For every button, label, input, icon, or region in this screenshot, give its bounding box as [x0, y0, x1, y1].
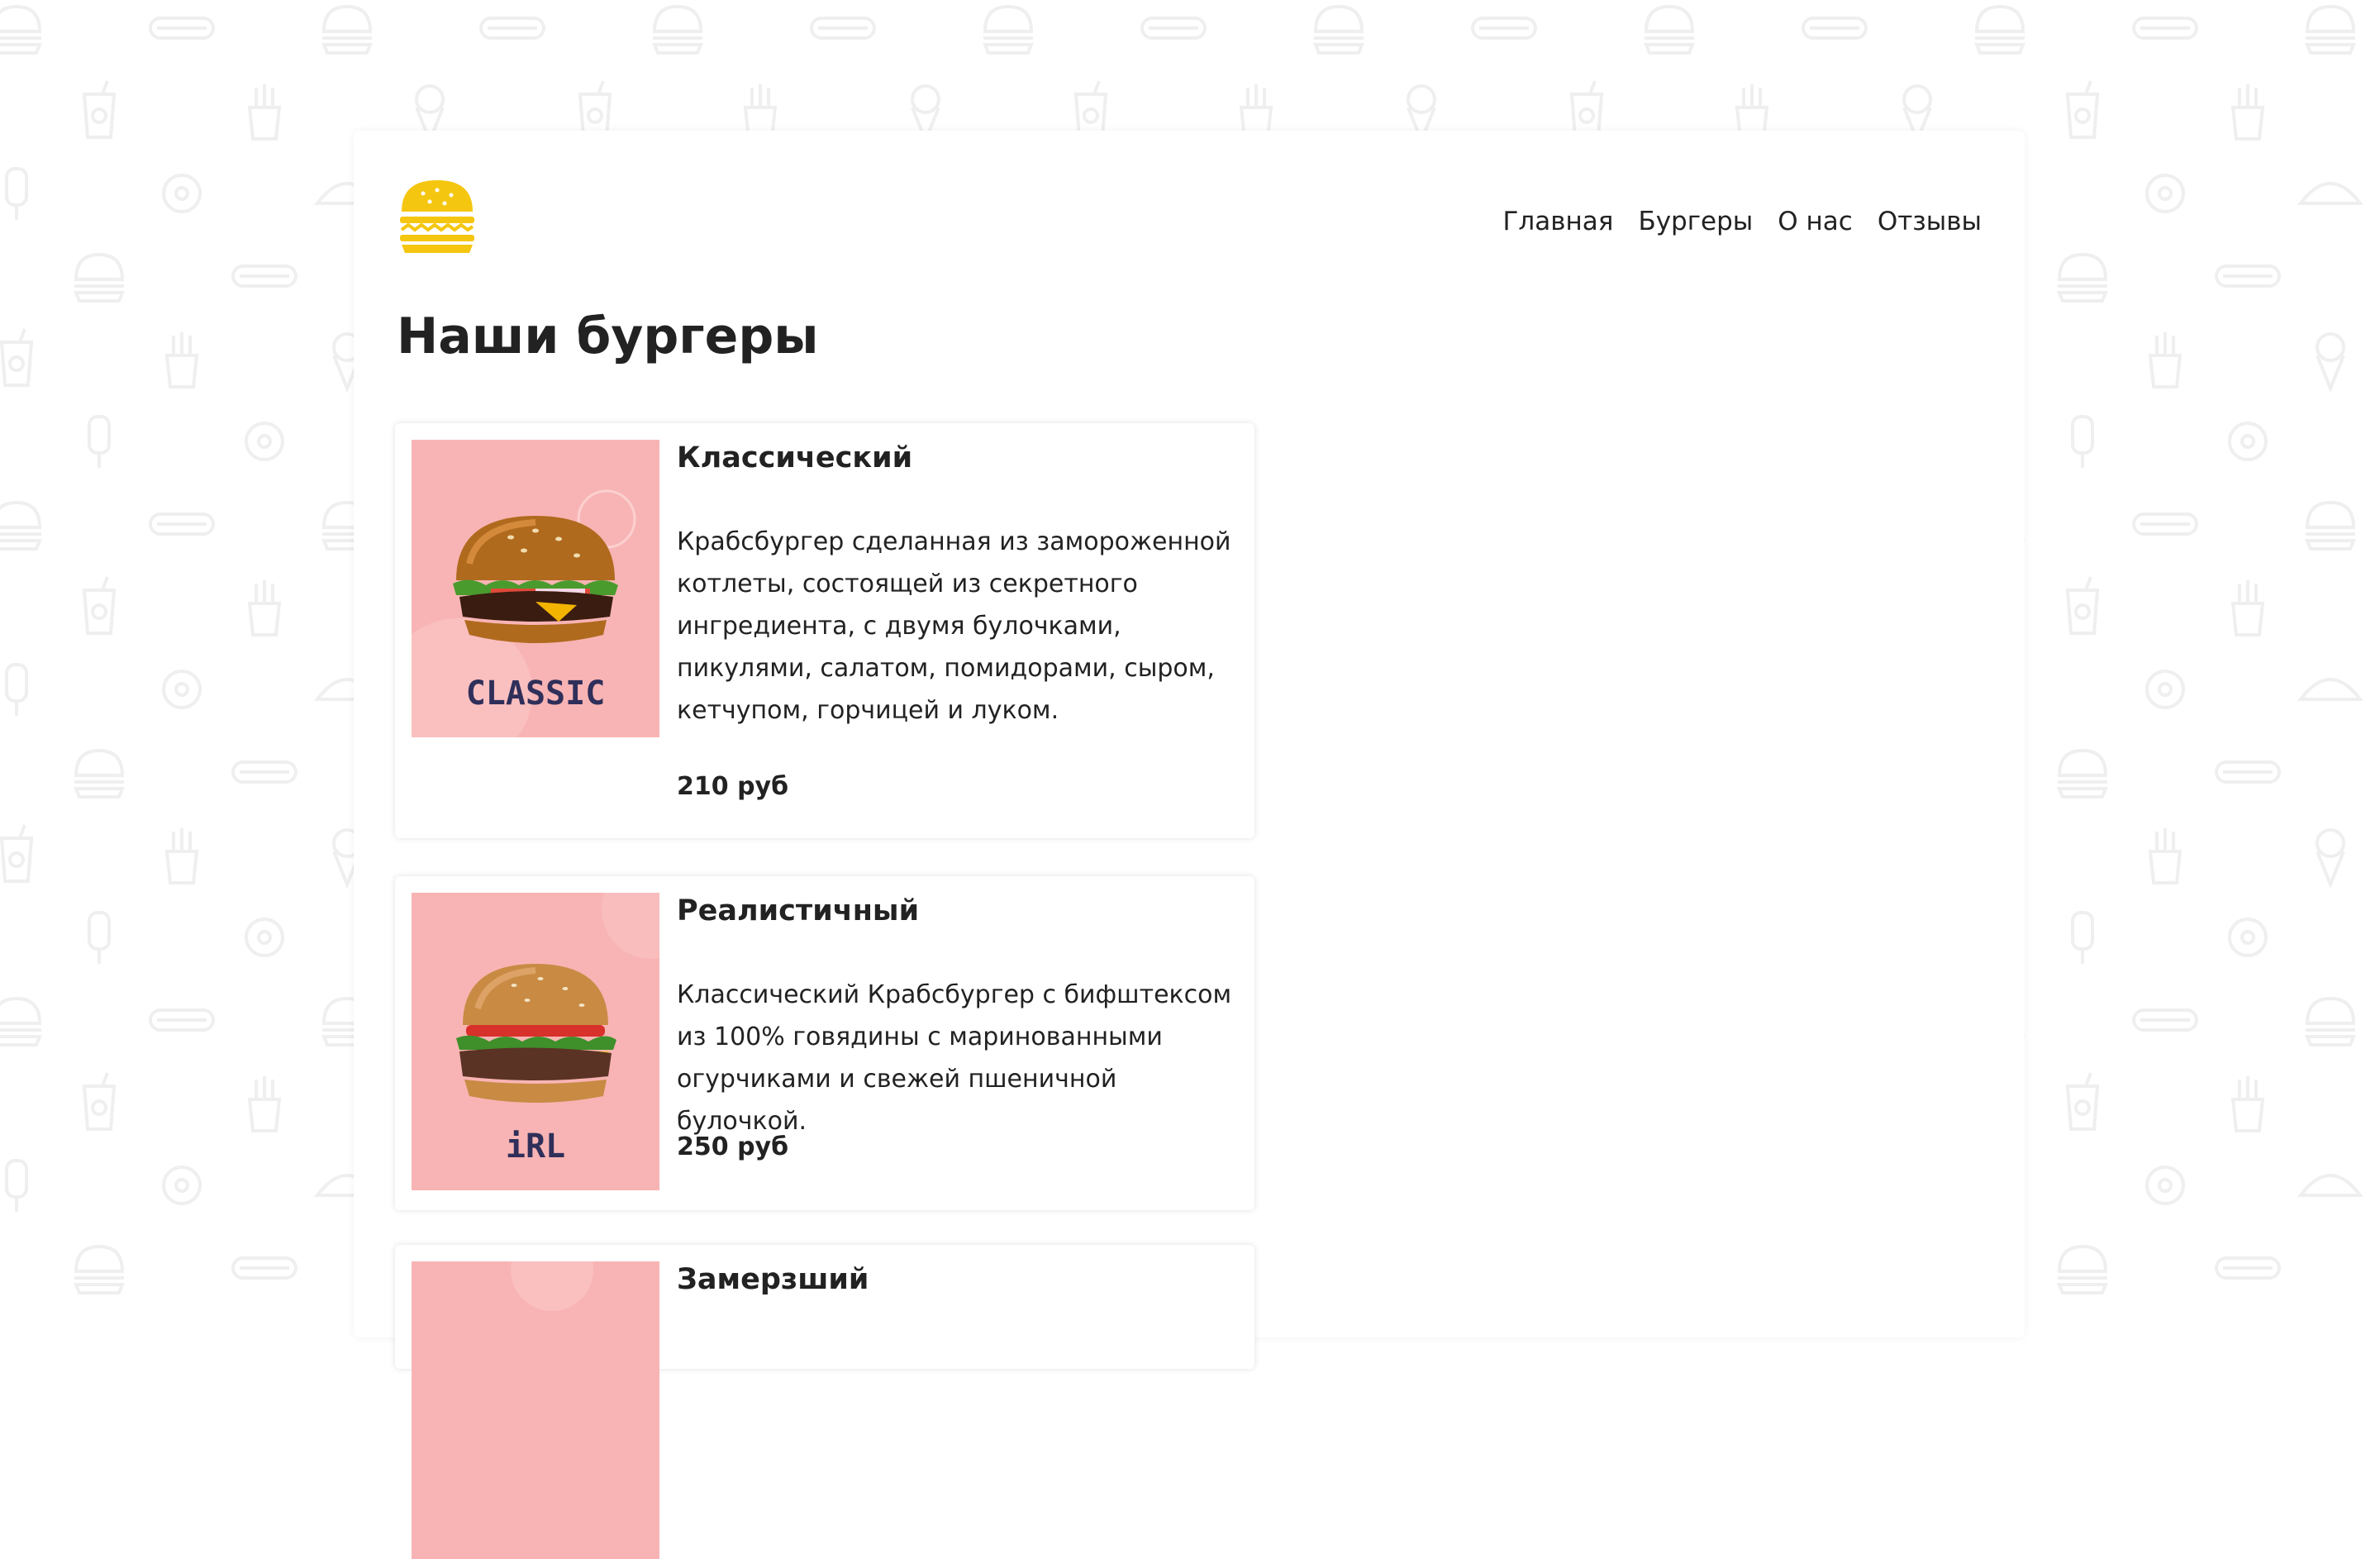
burger-price: 210 руб: [677, 772, 789, 801]
logo-burger-icon[interactable]: [398, 177, 476, 255]
burger-image-frozen[interactable]: [412, 1261, 659, 1559]
burger-card-frozen: Замерзший: [395, 1245, 1254, 1559]
burger-image-label-classic: CLASSIC: [466, 675, 606, 713]
nav-link-burgers[interactable]: Бургеры: [1638, 207, 1753, 236]
burger-card-realistic: iRL Реалистичный Классический Крабсбурге…: [395, 876, 1254, 1210]
burger-image-classic[interactable]: CLASSIC: [412, 440, 659, 737]
burger-icon: [400, 180, 474, 253]
burger-description: Классический Крабсбургер с бифштексом из…: [677, 980, 1232, 1136]
nav-link-about[interactable]: О нас: [1778, 207, 1853, 236]
burger-image-label-realistic: iRL: [506, 1128, 565, 1166]
burger-name: Замерзший: [677, 1263, 869, 1296]
burger-description: Крабсбургер сделанная из замороженной ко…: [677, 527, 1231, 725]
burger-price: 250 руб: [677, 1132, 789, 1161]
page-container: Главная Бургеры О нас Отзывы Наши бургер…: [354, 131, 2025, 1559]
nav-link-home[interactable]: Главная: [1503, 207, 1614, 236]
burger-name: Реалистичный: [677, 894, 920, 927]
page-title: Наши бургеры: [397, 308, 819, 365]
burger-image-realistic[interactable]: iRL: [412, 893, 659, 1190]
main-nav: Главная Бургеры О нас Отзывы: [1503, 207, 1982, 236]
nav-link-reviews[interactable]: Отзывы: [1878, 207, 1982, 236]
burger-card-classic: CLASSIC Классический Крабсбургер сделанн…: [395, 423, 1254, 838]
burger-name: Классический: [677, 441, 913, 474]
